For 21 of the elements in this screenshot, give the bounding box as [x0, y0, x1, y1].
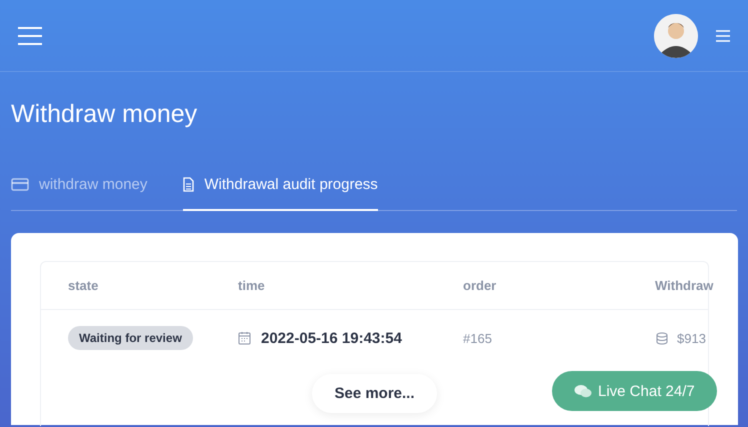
column-header: order: [463, 278, 498, 293]
column-header: Withdraw: [655, 278, 714, 293]
card-icon: [11, 178, 29, 191]
live-chat-button[interactable]: Live Chat 24/7: [552, 371, 717, 411]
list-icon[interactable]: [716, 30, 730, 42]
table-cell: 2022-05-16 19:43:54: [261, 330, 402, 346]
column-header: state: [68, 278, 100, 293]
tab[interactable]: withdraw money: [11, 176, 148, 211]
avatar[interactable]: [654, 14, 698, 58]
table-cell-text: #165: [463, 330, 493, 346]
page-title: Withdraw money: [10, 99, 198, 130]
coins-icon: [655, 332, 669, 344]
status-badge: Waiting for review: [68, 326, 193, 350]
document-icon: [183, 177, 194, 192]
tab[interactable]: Withdrawal audit progress: [183, 176, 378, 211]
table-cell: $913: [677, 330, 706, 346]
menu-icon[interactable]: [18, 26, 42, 44]
chat-icon: [574, 384, 592, 398]
calendar-icon: [238, 331, 251, 345]
see-more-button[interactable]: See more...: [312, 374, 437, 413]
column-header: time: [238, 278, 266, 293]
